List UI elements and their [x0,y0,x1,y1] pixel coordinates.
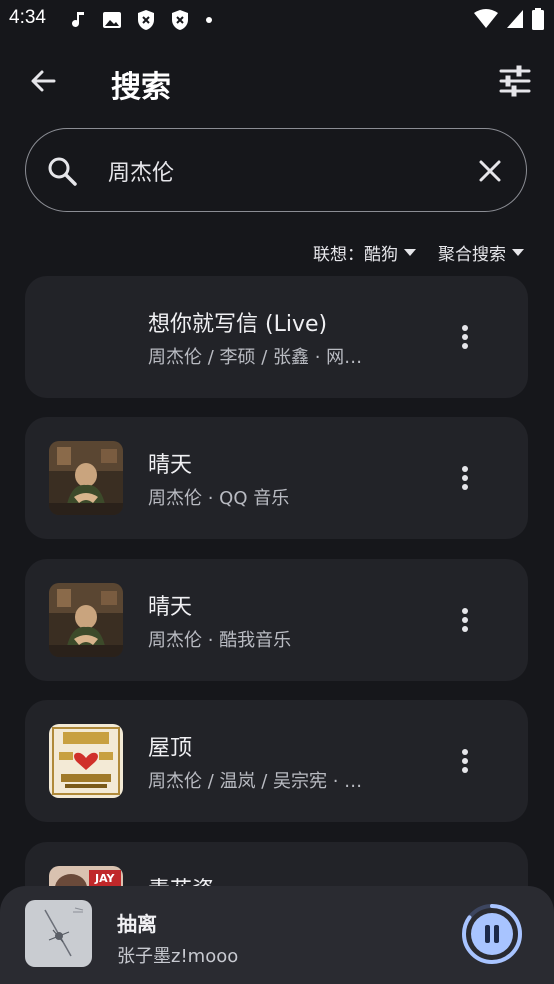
song-title: 想你就写信 (Live) [148,312,328,337]
result-item[interactable]: 想你就写信 (Live) 周杰伦 / 李硕 / 张鑫 · 网… [25,276,528,398]
music-note-icon [72,12,84,27]
dropdown-arrow-icon [404,248,416,256]
result-item[interactable]: 晴天 周杰伦 · 酷我音乐 [25,559,528,681]
more-options-icon[interactable] [450,463,480,493]
song-subtitle: 周杰伦 · QQ 音乐 [148,488,290,509]
player-album-art [25,900,92,967]
back-arrow-icon[interactable] [26,64,60,98]
shield-x-icon [172,10,188,30]
album-art [49,583,123,657]
song-subtitle: 周杰伦 · 酷我音乐 [148,630,292,651]
album-art [49,441,123,515]
song-title: 晴天 [148,453,193,478]
song-title: 屋顶 [148,736,193,761]
song-subtitle: 周杰伦 / 李硕 / 张鑫 · 网… [148,347,363,368]
search-filters: 联想：酷狗 聚合搜索 [313,240,524,265]
song-subtitle: 周杰伦 / 温岚 / 吴宗宪 · … [148,771,363,792]
now-playing-artist: 张子墨z!mooo [117,946,239,967]
pause-icon [485,925,490,943]
search-icon [48,157,77,186]
svg-text:JAY: JAY [94,872,116,885]
search-mode-label: 聚合搜索 [438,245,506,265]
mini-player[interactable]: 抽离 张子墨z!mooo [0,886,554,984]
result-item[interactable]: 屋顶 周杰伦 / 温岚 / 吴宗宪 · … [25,700,528,822]
notification-icons [72,9,214,31]
wifi-icon [474,9,498,28]
dot-icon [206,17,212,23]
search-mode-dropdown[interactable]: 聚合搜索 [438,240,524,265]
system-icons [474,8,544,30]
status-time: 4:34 [9,7,46,28]
search-field[interactable] [25,128,527,212]
status-bar: 4:34 [0,0,554,38]
now-playing-title: 抽离 [117,912,157,936]
album-art [49,724,123,798]
signal-icon [507,10,523,28]
more-options-icon[interactable] [450,322,480,352]
image-icon [103,12,121,28]
page-title: 搜索 [111,70,171,105]
result-item[interactable]: 晴天 周杰伦 · QQ 音乐 [25,417,528,539]
battery-icon [532,8,544,30]
tune-icon[interactable] [498,64,532,98]
more-options-icon[interactable] [450,605,480,635]
song-title: 晴天 [148,595,193,620]
suggest-source-label: 联想：酷狗 [313,245,398,265]
dropdown-arrow-icon [512,248,524,256]
top-app-bar: 搜索 [0,50,554,110]
search-input[interactable] [106,147,470,195]
suggest-source-dropdown[interactable]: 联想：酷狗 [313,240,416,265]
clear-icon[interactable] [476,157,504,185]
pause-button[interactable] [460,902,524,966]
more-options-icon[interactable] [450,746,480,776]
shield-x-icon [138,10,154,30]
